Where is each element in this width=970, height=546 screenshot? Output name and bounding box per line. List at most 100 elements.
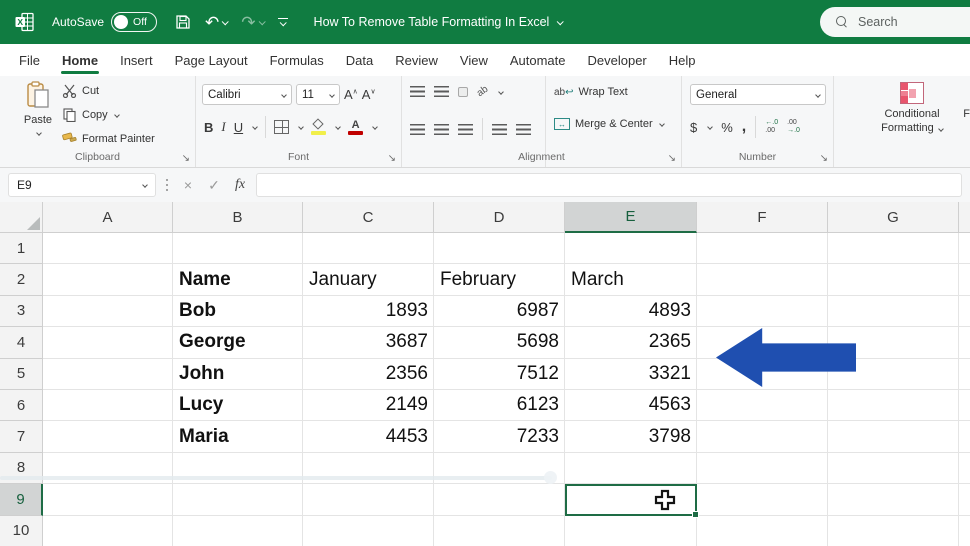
- font-size-select[interactable]: 11: [296, 84, 340, 105]
- customize-toolbar-button[interactable]: [278, 18, 288, 26]
- row-header-9-selected[interactable]: 9: [0, 484, 43, 515]
- cell-E5[interactable]: 3321: [565, 359, 697, 390]
- cell-C9[interactable]: [303, 484, 434, 515]
- comma-style-button[interactable]: ,: [742, 118, 746, 136]
- currency-dropdown-icon[interactable]: [707, 124, 713, 130]
- cell-G2[interactable]: [828, 264, 959, 295]
- orientation-dropdown-icon[interactable]: [498, 89, 504, 95]
- cell-G8[interactable]: [828, 453, 959, 484]
- tab-view[interactable]: View: [449, 44, 499, 76]
- middle-align-button[interactable]: [434, 86, 449, 97]
- cell-D6[interactable]: 6123: [434, 390, 565, 421]
- currency-button[interactable]: $: [690, 120, 697, 135]
- increase-indent-button[interactable]: [516, 124, 531, 135]
- row-header-7[interactable]: 7: [0, 421, 43, 452]
- cell-B6[interactable]: Lucy: [173, 390, 303, 421]
- cell-A5[interactable]: [43, 359, 173, 390]
- cell-D5[interactable]: 7512: [434, 359, 565, 390]
- tab-page-layout[interactable]: Page Layout: [164, 44, 259, 76]
- copy-dropdown-icon[interactable]: [114, 112, 120, 118]
- cell-G1[interactable]: [828, 233, 959, 264]
- cell-D3[interactable]: 6987: [434, 296, 565, 327]
- undo-dropdown-icon[interactable]: [222, 18, 229, 25]
- align-right-button[interactable]: [458, 124, 473, 135]
- cell-F2[interactable]: [697, 264, 828, 295]
- cell-A6[interactable]: [43, 390, 173, 421]
- tab-file[interactable]: File: [8, 44, 51, 76]
- borders-dropdown-icon[interactable]: [298, 124, 304, 130]
- number-format-select[interactable]: General: [690, 84, 826, 105]
- cell-C5[interactable]: 2356: [303, 359, 434, 390]
- cell-G3[interactable]: [828, 296, 959, 327]
- cell-C4[interactable]: 3687: [303, 327, 434, 358]
- paste-button[interactable]: Paste: [16, 81, 60, 138]
- orientation-button[interactable]: ab: [475, 84, 490, 99]
- cell-B10[interactable]: [173, 516, 303, 546]
- cell-G10[interactable]: [828, 516, 959, 546]
- col-header-C[interactable]: C: [303, 202, 434, 233]
- formula-input[interactable]: [256, 173, 962, 197]
- cell-F9[interactable]: [697, 484, 828, 515]
- cell-D9[interactable]: [434, 484, 565, 515]
- align-left-button[interactable]: [410, 124, 425, 135]
- cell-A7[interactable]: [43, 421, 173, 452]
- col-header-D[interactable]: D: [434, 202, 565, 233]
- clipboard-dialog-launcher[interactable]: ↘: [182, 154, 190, 164]
- bold-button[interactable]: B: [204, 120, 213, 135]
- cell-A9[interactable]: [43, 484, 173, 515]
- fill-color-button[interactable]: [311, 120, 326, 135]
- cell-C3[interactable]: 1893: [303, 296, 434, 327]
- paste-dropdown-icon[interactable]: [36, 130, 42, 136]
- redo-button[interactable]: ↷: [241, 14, 263, 31]
- row-header-6[interactable]: 6: [0, 390, 43, 421]
- tab-help[interactable]: Help: [658, 44, 707, 76]
- number-dialog-launcher[interactable]: ↘: [820, 154, 828, 164]
- copy-button[interactable]: Copy: [62, 108, 119, 122]
- cell-D4[interactable]: 5698: [434, 327, 565, 358]
- row-header-10[interactable]: 10: [0, 516, 43, 546]
- cell-C2[interactable]: January: [303, 264, 434, 295]
- cell-E8[interactable]: [565, 453, 697, 484]
- cell-E4[interactable]: 2365: [565, 327, 697, 358]
- row-header-1[interactable]: 1: [0, 233, 43, 264]
- font-color-button[interactable]: A: [348, 119, 363, 135]
- cell-D2[interactable]: February: [434, 264, 565, 295]
- cut-button[interactable]: Cut: [62, 84, 99, 98]
- font-name-select[interactable]: Calibri: [202, 84, 292, 105]
- cell-C6[interactable]: 2149: [303, 390, 434, 421]
- tab-review[interactable]: Review: [384, 44, 449, 76]
- enter-button[interactable]: ✓: [204, 177, 224, 194]
- underline-dropdown-icon[interactable]: [252, 124, 258, 130]
- cell-F6[interactable]: [697, 390, 828, 421]
- increase-font-size-button[interactable]: A∧: [344, 87, 358, 102]
- cell-E10[interactable]: [565, 516, 697, 546]
- cell-E9-selected[interactable]: [565, 484, 697, 515]
- fill-handle[interactable]: [692, 511, 699, 518]
- cell-B9[interactable]: [173, 484, 303, 515]
- cell-A4[interactable]: [43, 327, 173, 358]
- merge-center-dropdown-icon[interactable]: [659, 121, 665, 127]
- cell-A10[interactable]: [43, 516, 173, 546]
- top-align-button[interactable]: [410, 86, 425, 97]
- cell-F3[interactable]: [697, 296, 828, 327]
- row-header-3[interactable]: 3: [0, 296, 43, 327]
- insert-function-button[interactable]: fx: [230, 177, 250, 193]
- cell-F7[interactable]: [697, 421, 828, 452]
- percent-button[interactable]: %: [721, 120, 733, 135]
- cell-A1[interactable]: [43, 233, 173, 264]
- cell-F8[interactable]: [697, 453, 828, 484]
- redo-dropdown-icon[interactable]: [258, 18, 265, 25]
- cell-A2[interactable]: [43, 264, 173, 295]
- wrap-text-button[interactable]: ab↩ Wrap Text: [554, 86, 628, 98]
- cell-B7[interactable]: Maria: [173, 421, 303, 452]
- name-box[interactable]: E9: [8, 173, 156, 197]
- cell-F10[interactable]: [697, 516, 828, 546]
- cell-B4[interactable]: George: [173, 327, 303, 358]
- cell-G7[interactable]: [828, 421, 959, 452]
- col-header-F[interactable]: F: [697, 202, 828, 233]
- autosave-toggle[interactable]: Off: [111, 12, 157, 32]
- cell-B5[interactable]: John: [173, 359, 303, 390]
- cell-E7[interactable]: 3798: [565, 421, 697, 452]
- col-header-B[interactable]: B: [173, 202, 303, 233]
- save-icon[interactable]: [175, 14, 191, 30]
